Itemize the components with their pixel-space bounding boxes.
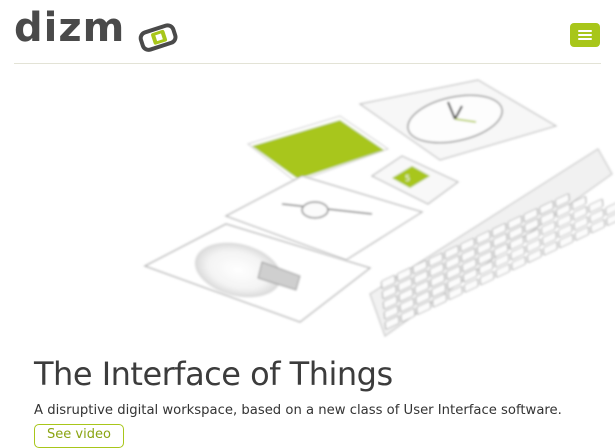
hamburger-icon-bar [578, 30, 592, 32]
hamburger-icon-bar [578, 34, 592, 36]
hero-subline: A disruptive digital workspace, based on… [34, 403, 562, 418]
hero-headline: The Interface of Things [34, 355, 393, 393]
switch-value: 5 [405, 174, 410, 183]
site-header: dizm [0, 0, 615, 64]
see-video-button[interactable]: See video [34, 424, 124, 448]
dizmo-logo[interactable]: dizm [14, 5, 178, 52]
hamburger-icon-bar [578, 38, 592, 40]
dizmo-mark-icon [138, 23, 178, 52]
switch-widget-illustration: 5 [370, 155, 460, 205]
menu-button[interactable] [570, 23, 600, 47]
logo-wordmark: dizm [14, 5, 126, 51]
note-widget-illustration [246, 115, 390, 183]
clock-widget-illustration [358, 79, 558, 161]
dizmo-widgets-illustration: 5 [143, 79, 615, 337]
hero-illustration: 5 [0, 64, 615, 354]
